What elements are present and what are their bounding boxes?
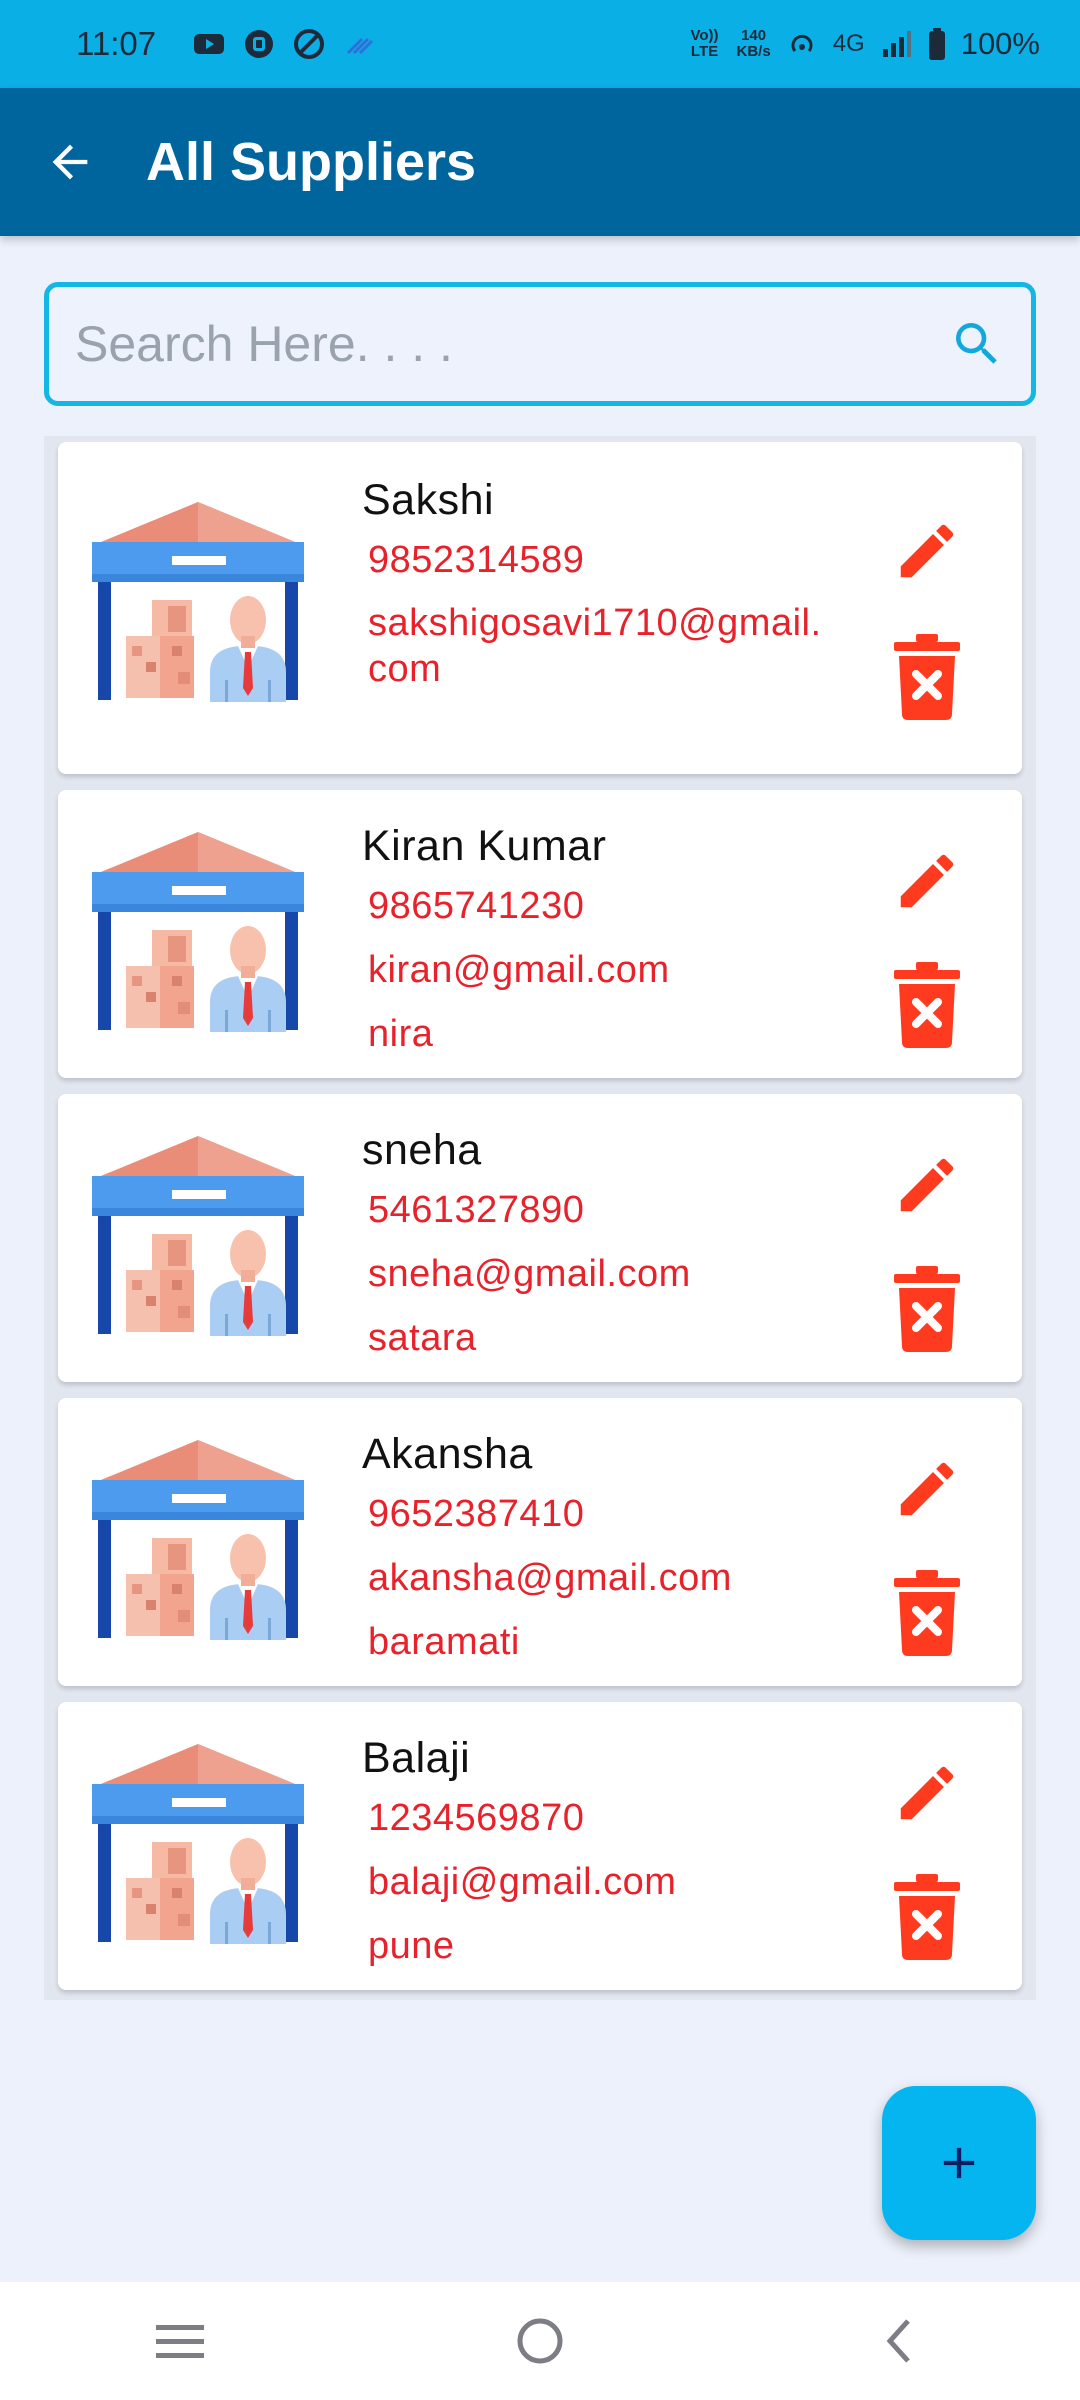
supplier-info: Akansha 9652387410 akansha@gmail.com bar… (362, 1426, 902, 1674)
list-item: sneha 5461327890 sneha@gmail.com satara (44, 1088, 1036, 1392)
supplier-card[interactable]: sneha 5461327890 sneha@gmail.com satara (58, 1094, 1022, 1382)
network-speed-unit: KB/s (736, 43, 771, 60)
supplier-info: sneha 5461327890 sneha@gmail.com satara (362, 1122, 902, 1370)
network-type: 4G (832, 30, 865, 57)
edit-icon[interactable] (892, 1454, 962, 1524)
search-icon[interactable] (949, 316, 1005, 372)
data-saver-icon (347, 37, 374, 55)
supplier-info: Kiran Kumar 9865741230 kiran@gmail.com n… (362, 818, 902, 1066)
add-supplier-button[interactable] (882, 2086, 1036, 2240)
search-box (44, 282, 1036, 406)
supplier-phone: 9652387410 (368, 1493, 585, 1535)
list-item: Kiran Kumar 9865741230 kiran@gmail.com n… (44, 784, 1036, 1088)
warehouse-supplier-icon (88, 1738, 308, 1958)
supplier-name: Akansha (362, 1430, 533, 1478)
delete-icon[interactable] (894, 1874, 960, 1960)
home-circle-icon (517, 2318, 563, 2364)
blocked-app-icon (294, 29, 325, 59)
system-nav-bar (0, 2282, 1080, 2400)
youtube-icon (194, 34, 225, 54)
warehouse-supplier-icon (88, 826, 308, 1046)
supplier-email: sakshigosavi1710@gmail.com (368, 602, 822, 690)
supplier-card[interactable]: Kiran Kumar 9865741230 kiran@gmail.com n… (58, 790, 1022, 1078)
warehouse-supplier-icon (88, 496, 308, 716)
supplier-phone: 9852314589 (368, 539, 585, 581)
supplier-name: sneha (362, 1126, 482, 1174)
supplier-info: Sakshi 9852314589 sakshigosavi1710@gmail… (362, 472, 902, 692)
menu-icon (156, 2325, 204, 2358)
app-bar: All Suppliers (0, 88, 1080, 236)
delete-icon[interactable] (894, 1266, 960, 1352)
volte-indicator: Vo)) LTE (690, 27, 719, 60)
delete-icon[interactable] (894, 634, 960, 720)
system-back-button[interactable] (860, 2301, 940, 2381)
supplier-email: kiran@gmail.com (368, 949, 670, 991)
supplier-email: balaji@gmail.com (368, 1861, 677, 1903)
supplier-email: akansha@gmail.com (368, 1557, 732, 1599)
battery-level: 100% (960, 26, 1040, 61)
list-item: Akansha 9652387410 akansha@gmail.com bar… (44, 1392, 1036, 1696)
recents-button[interactable] (140, 2301, 220, 2381)
hotspot-icon (791, 34, 813, 52)
supplier-card[interactable]: Akansha 9652387410 akansha@gmail.com bar… (58, 1398, 1022, 1686)
app-notification-icon (245, 30, 274, 58)
list-item: Balaji 1234569870 balaji@gmail.com pune (44, 1696, 1036, 2000)
supplier-address: baramati (368, 1621, 520, 1663)
edit-icon[interactable] (892, 1150, 962, 1220)
warehouse-supplier-icon (88, 1130, 308, 1350)
search-input[interactable] (75, 315, 949, 373)
supplier-email: sneha@gmail.com (368, 1253, 691, 1295)
home-button[interactable] (500, 2301, 580, 2381)
supplier-card[interactable]: Balaji 1234569870 balaji@gmail.com pune (58, 1702, 1022, 1990)
supplier-address: satara (368, 1317, 477, 1359)
status-bar: 11:07 Vo)) LTE 140 KB/s 4G 100% (0, 0, 1080, 88)
signal-icon (882, 31, 911, 57)
supplier-name: Balaji (362, 1734, 471, 1782)
supplier-phone: 1234569870 (368, 1797, 585, 1839)
notification-icons (192, 27, 376, 61)
supplier-address: pune (368, 1925, 455, 1967)
page-title: All Suppliers (146, 132, 477, 192)
supplier-list: Sakshi 9852314589 sakshigosavi1710@gmail… (44, 436, 1036, 2000)
supplier-card[interactable]: Sakshi 9852314589 sakshigosavi1710@gmail… (58, 442, 1022, 774)
back-chevron-icon (886, 2319, 910, 2363)
supplier-name: Sakshi (362, 476, 495, 524)
supplier-phone: 5461327890 (368, 1189, 585, 1231)
back-button[interactable] (34, 126, 106, 198)
arrow-left-icon (52, 144, 88, 180)
system-status: Vo)) LTE 140 KB/s 4G 100% (687, 26, 1040, 62)
edit-icon[interactable] (892, 1758, 962, 1828)
supplier-name: Kiran Kumar (362, 822, 607, 870)
plus-icon (943, 2147, 975, 2179)
supplier-address: nira (368, 1013, 434, 1055)
network-speed-value: 140 (741, 27, 767, 44)
supplier-phone: 9865741230 (368, 885, 585, 927)
supplier-info: Balaji 1234569870 balaji@gmail.com pune (362, 1730, 902, 1978)
status-time: 11:07 (76, 25, 157, 62)
network-speed: 140 KB/s (737, 28, 771, 60)
delete-icon[interactable] (894, 1570, 960, 1656)
warehouse-supplier-icon (88, 1434, 308, 1654)
list-item: Sakshi 9852314589 sakshigosavi1710@gmail… (44, 436, 1036, 784)
edit-icon[interactable] (892, 516, 962, 586)
battery-icon (928, 28, 945, 60)
edit-icon[interactable] (892, 846, 962, 916)
delete-icon[interactable] (894, 962, 960, 1048)
